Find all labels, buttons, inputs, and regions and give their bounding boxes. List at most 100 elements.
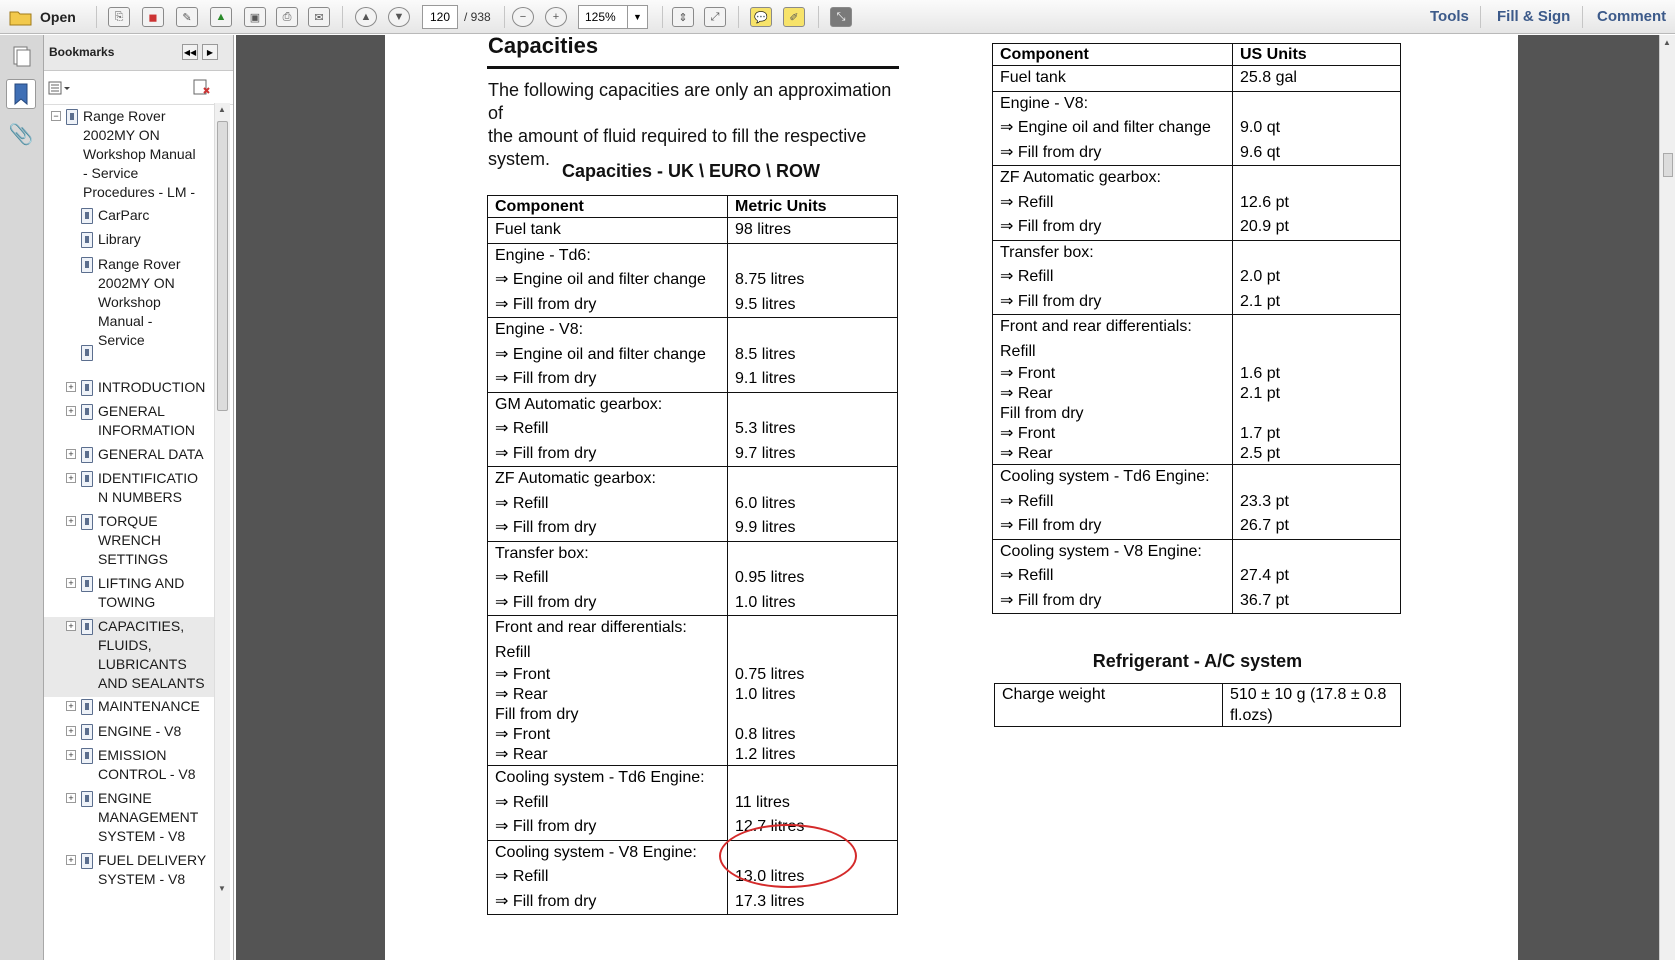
cell-line: ⇒ Fill from dry	[495, 892, 597, 910]
cell-line: Engine - V8:	[495, 321, 584, 338]
expand-panel-icon[interactable]: ▶	[202, 44, 218, 60]
intro-paragraph: The following capacities are only an app…	[488, 79, 908, 171]
table-row: Engine - Td6: ⇒ Engine oil and filter cha…	[487, 242, 898, 318]
bookmark-item[interactable]: + MAINTENANCE	[44, 697, 214, 720]
bookmark-item[interactable]: + TORQUE WRENCH SETTINGS	[44, 512, 214, 573]
cell-line: 9.0 qt	[1240, 119, 1281, 136]
bookmark-item[interactable]: + GENERAL INFORMATION	[44, 402, 214, 444]
bookmark-label-line: ENGINE - V8	[98, 723, 182, 739]
expand-icon[interactable]: +	[66, 578, 76, 588]
bookmark-item[interactable]: Library	[44, 230, 214, 253]
cell-line: Fill from dry	[495, 706, 579, 723]
expand-icon[interactable]: +	[66, 449, 76, 459]
zoom-in-button[interactable]: +	[545, 5, 567, 29]
cell-line: ⇒ Refill	[1000, 193, 1054, 211]
cell-line	[1240, 540, 1393, 565]
expand-icon[interactable]: +	[66, 516, 76, 526]
fill-sign-link[interactable]: Fill & Sign	[1497, 8, 1570, 25]
expand-icon[interactable]: +	[66, 406, 76, 416]
export-button[interactable]: ◼	[142, 5, 164, 29]
expand-icon[interactable]: +	[66, 473, 76, 483]
bookmark-item[interactable]: − Range Rover 2002MY ON Workshop Manual - Se…	[44, 107, 214, 206]
save-button[interactable]: ▣	[244, 5, 266, 29]
bookmark-label-line: Manual -	[98, 313, 153, 329]
fit-page-button[interactable]: ⇕	[672, 5, 694, 29]
intro-line: the amount of fluid required to fill the…	[488, 126, 867, 146]
delete-bookmark-icon[interactable]	[192, 78, 212, 96]
cell-line: ⇒ Rear	[1000, 385, 1053, 402]
cell-line: ⇒ Fill from dry	[495, 444, 597, 462]
cell-line: ⇒ Fill from dry	[495, 370, 597, 387]
open-button[interactable]: Open	[8, 5, 76, 29]
document-scrollbar[interactable]: ▲	[1659, 35, 1675, 960]
expand-icon[interactable]: +	[66, 750, 76, 760]
bookmark-icon	[14, 83, 28, 106]
chevron-down-icon[interactable]: ▼	[627, 5, 647, 29]
scroll-up-icon[interactable]: ▲	[1663, 38, 1671, 47]
zoom-out-button[interactable]: −	[512, 5, 534, 29]
bookmarks-button[interactable]	[6, 79, 36, 109]
tools-link[interactable]: Tools	[1430, 8, 1469, 25]
expand-icon[interactable]: +	[66, 793, 76, 803]
cell-line: ⇒ Front	[495, 726, 551, 743]
refrigerant-title: Refrigerant - A/C system	[1092, 651, 1303, 671]
comment-link[interactable]: Comment	[1597, 8, 1666, 25]
bookmark-label-line: - Service	[83, 165, 139, 181]
cell-line	[1240, 340, 1393, 365]
fit-width-button[interactable]: ⤢	[704, 5, 726, 29]
bookmark-item[interactable]: Range Rover 2002MY ON Workshop Manual - Serv…	[44, 255, 214, 354]
email-button[interactable]: ✉	[308, 5, 330, 29]
expand-icon[interactable]: +	[66, 621, 76, 631]
print-button[interactable]: ⎙	[276, 5, 298, 29]
next-page-button[interactable]: ▼	[388, 5, 410, 29]
highlight-button[interactable]: ✐	[783, 5, 805, 29]
table-cell: Engine - Td6: ⇒ Engine oil and filter cha…	[487, 242, 728, 318]
create-pdf-button[interactable]: ⎘	[108, 5, 130, 29]
prev-page-button[interactable]: ▲	[355, 5, 377, 29]
expand-icon[interactable]: +	[66, 726, 76, 736]
cell-line: ⇒ Fill from dry	[495, 519, 597, 536]
scroll-down-icon[interactable]: ▼	[218, 884, 226, 893]
expand-icon[interactable]: +	[66, 855, 76, 865]
full-screen-button[interactable]: ⤡	[830, 5, 852, 29]
bookmark-item[interactable]: + EMISSION CONTROL - V8	[44, 746, 214, 788]
scrollbar-thumb[interactable]	[1663, 153, 1673, 177]
table-row: Front and rear differentials: Refill ⇒ Fro…	[487, 615, 898, 766]
upload-button[interactable]: ▲	[210, 5, 232, 29]
document-viewer[interactable]: Capacities The following capacities are …	[236, 33, 1659, 960]
cell-line: 26.7 pt	[1240, 517, 1289, 534]
cell-line: Front and rear differentials:	[495, 619, 687, 636]
bookmark-item[interactable]: + INTRODUCTION	[44, 378, 214, 401]
page-number-input[interactable]: 120	[422, 5, 458, 29]
scroll-up-icon[interactable]: ▲	[218, 105, 226, 114]
cell-line: ⇒ Refill	[495, 793, 549, 811]
expand-icon[interactable]: +	[66, 382, 76, 392]
collapse-panel-icon[interactable]: ◀◀	[182, 44, 198, 60]
bookmark-item[interactable]	[44, 343, 214, 366]
cell-line: 6.0 litres	[735, 494, 796, 512]
cell-line	[735, 318, 890, 343]
edit-button[interactable]: ✎	[176, 5, 198, 29]
scrollbar-thumb[interactable]	[217, 121, 228, 411]
bookmarks-scrollbar[interactable]: ▲ ▼	[214, 103, 230, 960]
bookmark-item[interactable]: CarParc	[44, 206, 214, 229]
bookmark-item[interactable]: + GENERAL DATA	[44, 445, 214, 468]
sticky-note-button[interactable]: 💬	[750, 5, 772, 29]
bookmark-item[interactable]: + ENGINE - V8	[44, 722, 214, 745]
cell-line	[735, 766, 890, 791]
red-annotation-circle	[719, 824, 857, 888]
table-cell: Fuel tank	[487, 217, 728, 244]
bookmark-item[interactable]: + CAPACITIES, FLUIDS, LUBRICANTS AND SEALANT…	[44, 617, 214, 697]
bookmark-item[interactable]: + LIFTING AND TOWING	[44, 574, 214, 616]
page-thumbnails-button[interactable]	[6, 41, 36, 71]
table-row: Transfer box: ⇒ Refill ⇒ Fill from dry 0.95…	[487, 540, 898, 616]
bookmark-item[interactable]: + ENGINE MANAGEMENT SYSTEM - V8	[44, 789, 214, 850]
expand-icon[interactable]: +	[66, 701, 76, 711]
bookmark-label-line: ENGINE	[98, 790, 152, 806]
attachments-button[interactable]: 📎	[6, 119, 36, 149]
collapse-icon[interactable]: −	[51, 111, 61, 121]
bookmark-item[interactable]: + IDENTIFICATIO N NUMBERS	[44, 469, 214, 511]
cell-line: 2.1 pt	[1240, 385, 1281, 402]
options-menu-icon[interactable]	[48, 79, 72, 97]
bookmark-item[interactable]: + FUEL DELIVERY SYSTEM - V8	[44, 851, 214, 893]
